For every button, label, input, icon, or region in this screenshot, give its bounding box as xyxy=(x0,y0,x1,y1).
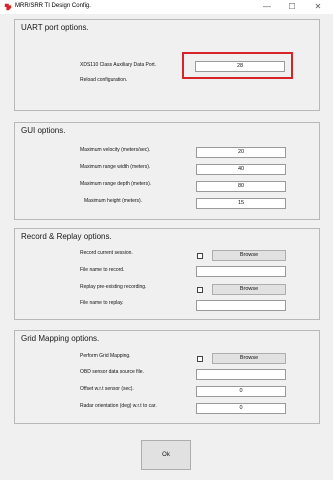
record-session-label: Record current session. xyxy=(80,250,133,256)
record-file-label: File name to record. xyxy=(80,267,125,273)
window-title: MRR/SRR TI Design Config. xyxy=(15,3,91,9)
perform-grid-mapping-checkbox[interactable] xyxy=(197,356,203,362)
radar-orientation-input[interactable]: 0 xyxy=(196,403,286,414)
ti-logo-icon xyxy=(4,3,12,11)
record-browse-button[interactable]: Browse xyxy=(212,250,286,261)
replay-browse-button[interactable]: Browse xyxy=(212,284,286,295)
perform-grid-mapping-label: Perform Grid Mapping. xyxy=(80,353,131,359)
record-session-checkbox[interactable] xyxy=(197,253,203,259)
grid-mapping-browse-button[interactable]: Browse xyxy=(212,353,286,364)
obd-source-file-input[interactable] xyxy=(196,369,286,380)
aux-port-label: XDS110 Class Auxiliary Data Port. xyxy=(80,62,157,68)
reload-configuration-label[interactable]: Reload configuration. xyxy=(80,77,127,84)
replay-file-label: File name to replay. xyxy=(80,300,124,306)
max-velocity-input[interactable]: 20 xyxy=(196,147,286,158)
replay-recording-label: Replay pre-existing recording. xyxy=(80,284,147,290)
ok-button[interactable]: Ok xyxy=(141,440,191,470)
minimize-button[interactable]: — xyxy=(256,0,278,14)
maximize-button[interactable]: ☐ xyxy=(281,0,303,14)
obd-source-file-label: OBD sensor data source file. xyxy=(80,369,144,375)
close-button[interactable]: ✕ xyxy=(307,0,329,14)
offset-sensor-label: Offset w.r.t sensor (sec). xyxy=(80,386,134,392)
radar-orientation-label: Radar orientation (deg) w.r.t to car. xyxy=(80,403,157,409)
max-range-depth-input[interactable]: 80 xyxy=(196,181,286,192)
record-file-input[interactable] xyxy=(196,266,286,277)
max-range-width-input[interactable]: 40 xyxy=(196,164,286,175)
max-range-width-label: Maximum range width (meters). xyxy=(80,164,151,170)
aux-port-input[interactable]: 28 xyxy=(195,61,285,72)
replay-file-input[interactable] xyxy=(196,300,286,311)
max-height-label: Maximum height (meters). xyxy=(84,198,143,204)
gui-group-title: GUI options. xyxy=(21,126,66,135)
uart-group-title: UART port options. xyxy=(21,23,89,32)
max-velocity-label: Maximum velocity (meters/sec). xyxy=(80,147,151,153)
record-replay-group-title: Record & Replay options. xyxy=(21,232,112,241)
max-range-depth-label: Maximum range depth (meters). xyxy=(80,181,152,187)
offset-sensor-input[interactable]: 0 xyxy=(196,386,286,397)
replay-recording-checkbox[interactable] xyxy=(197,287,203,293)
grid-mapping-group-title: Grid Mapping options. xyxy=(21,334,100,343)
title-bar[interactable]: MRR/SRR TI Design Config. — ☐ ✕ xyxy=(0,0,333,14)
max-height-input[interactable]: 15 xyxy=(196,198,286,209)
